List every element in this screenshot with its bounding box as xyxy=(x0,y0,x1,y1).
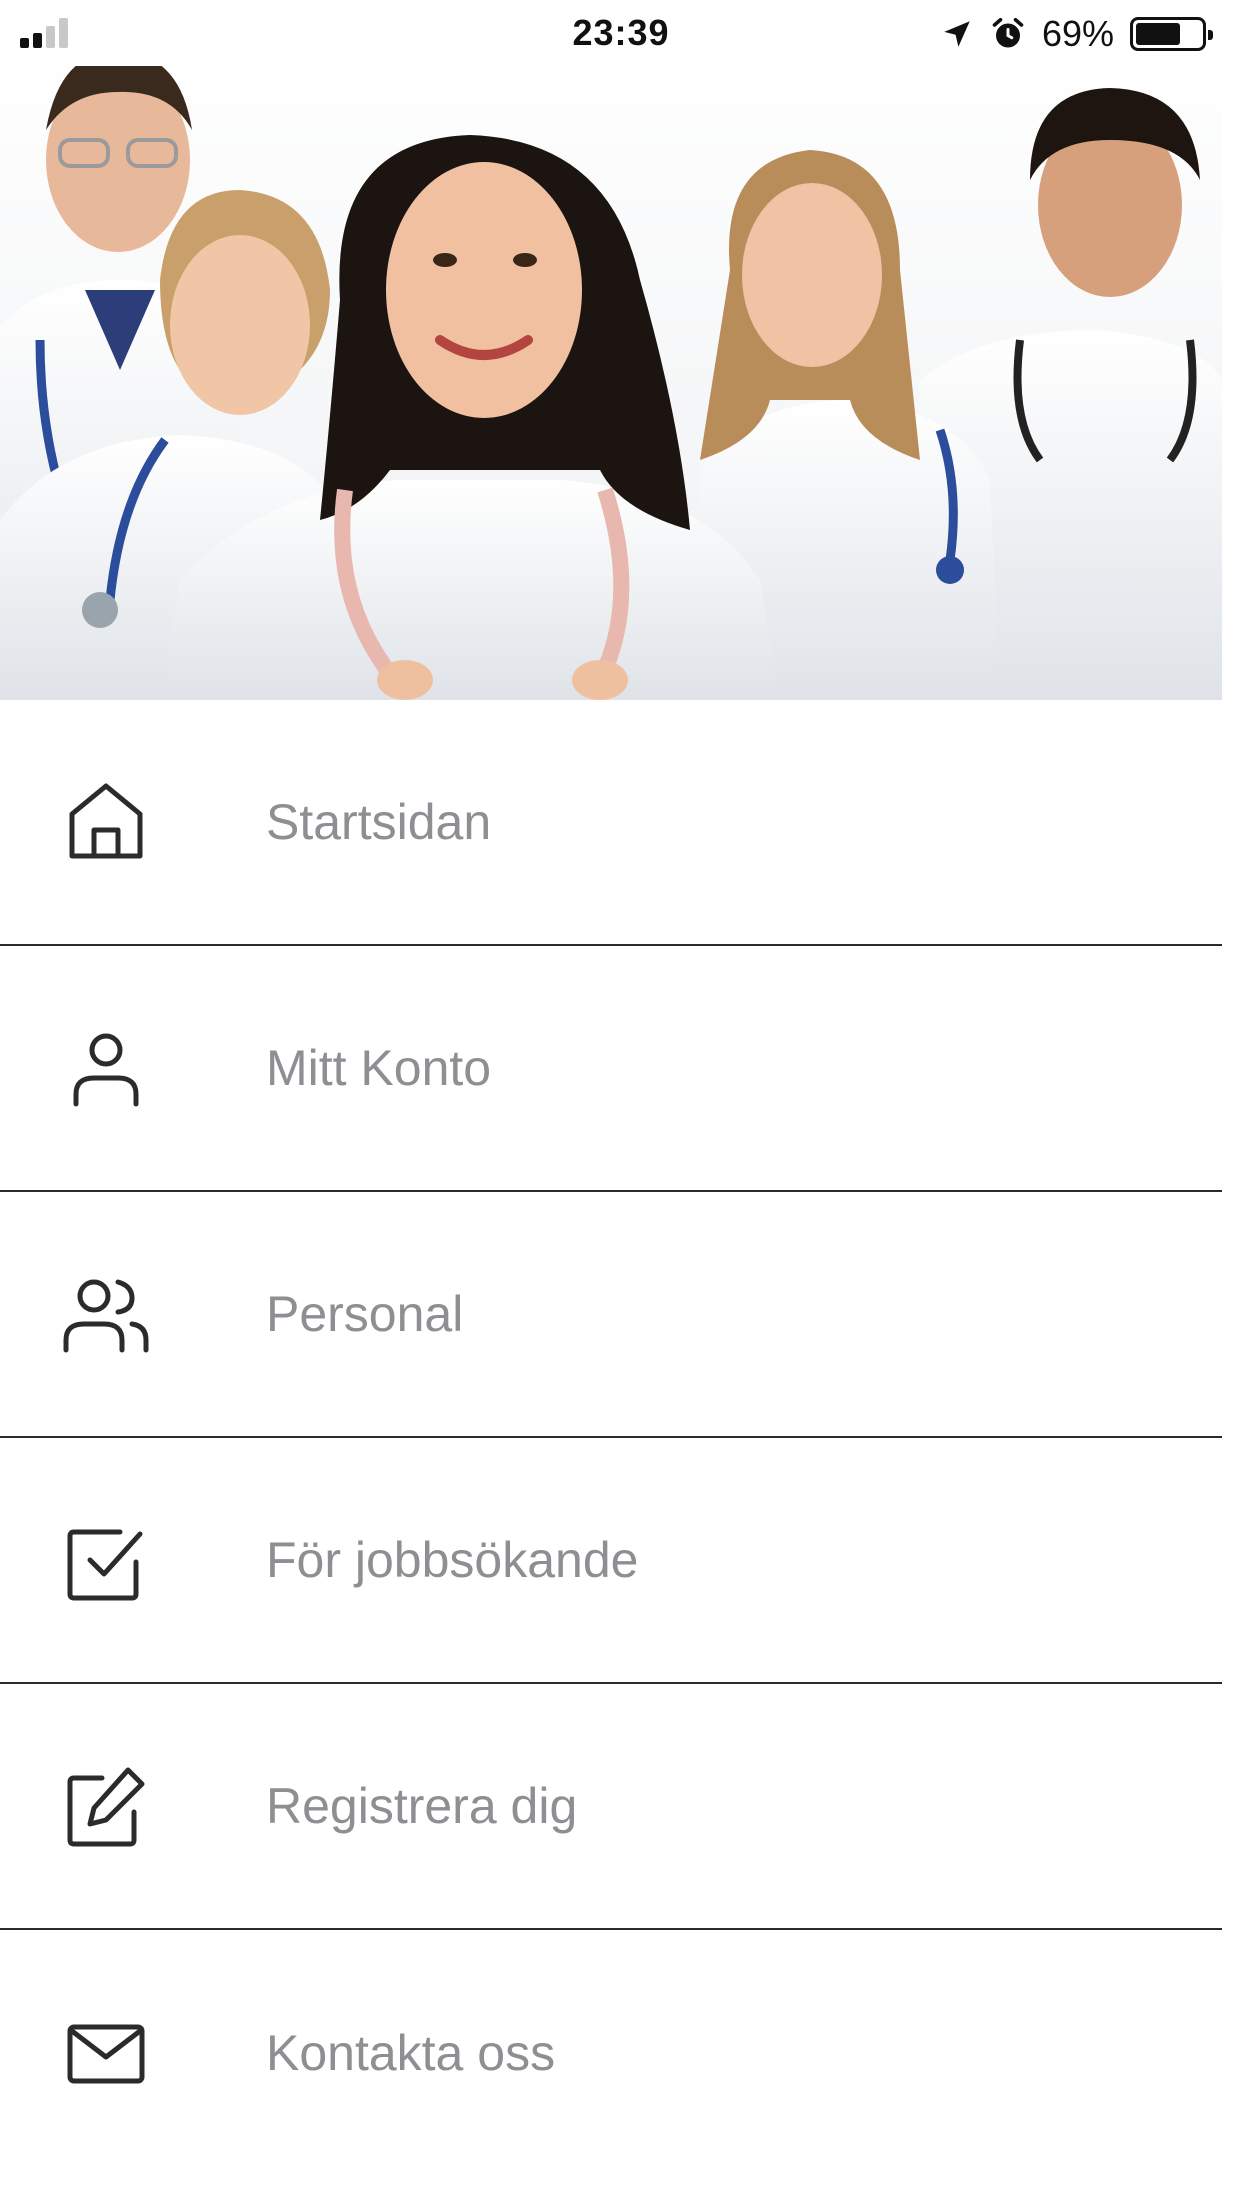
home-icon xyxy=(62,778,150,866)
status-right-group: 69% xyxy=(940,12,1213,56)
menu-item-label: Startsidan xyxy=(266,794,492,850)
battery-percent: 69% xyxy=(1041,13,1114,54)
edit-icon xyxy=(62,1762,150,1850)
menu-item-label: För jobbsökande xyxy=(266,1532,639,1588)
battery-level-fill xyxy=(1136,23,1180,45)
mail-icon xyxy=(62,2009,150,2097)
menu-item-label: Registrera dig xyxy=(266,1778,578,1834)
check-square-icon xyxy=(62,1516,150,1604)
menu-item-mitt-konto[interactable]: Mitt Konto xyxy=(0,946,1222,1192)
app-screen: 23:39 69% Startsidan Mitt Konto Personal… xyxy=(0,0,1242,2208)
alarm-icon xyxy=(992,17,1024,48)
hero-image xyxy=(0,40,1222,700)
menu-item-kontakta-oss[interactable]: Kontakta oss xyxy=(0,1930,1222,2176)
menu-item-label: Kontakta oss xyxy=(266,2025,556,2081)
menu-item-for-jobbsokande[interactable]: För jobbsökande xyxy=(0,1438,1222,1684)
status-bar: 23:39 69% xyxy=(0,0,1242,66)
menu-item-registrera-dig[interactable]: Registrera dig xyxy=(0,1684,1222,1930)
user-icon xyxy=(62,1024,150,1112)
battery-icon xyxy=(1130,17,1213,51)
users-icon xyxy=(62,1270,150,1358)
menu-item-personal[interactable]: Personal xyxy=(0,1192,1222,1438)
menu-item-startsidan[interactable]: Startsidan xyxy=(0,700,1222,946)
location-arrow-icon xyxy=(944,21,970,47)
menu-item-label: Personal xyxy=(266,1286,464,1342)
group-of-doctors-photo xyxy=(0,40,1222,700)
menu-item-label: Mitt Konto xyxy=(266,1040,492,1096)
side-menu: Startsidan Mitt Konto Personal För jobbs… xyxy=(0,700,1222,2176)
